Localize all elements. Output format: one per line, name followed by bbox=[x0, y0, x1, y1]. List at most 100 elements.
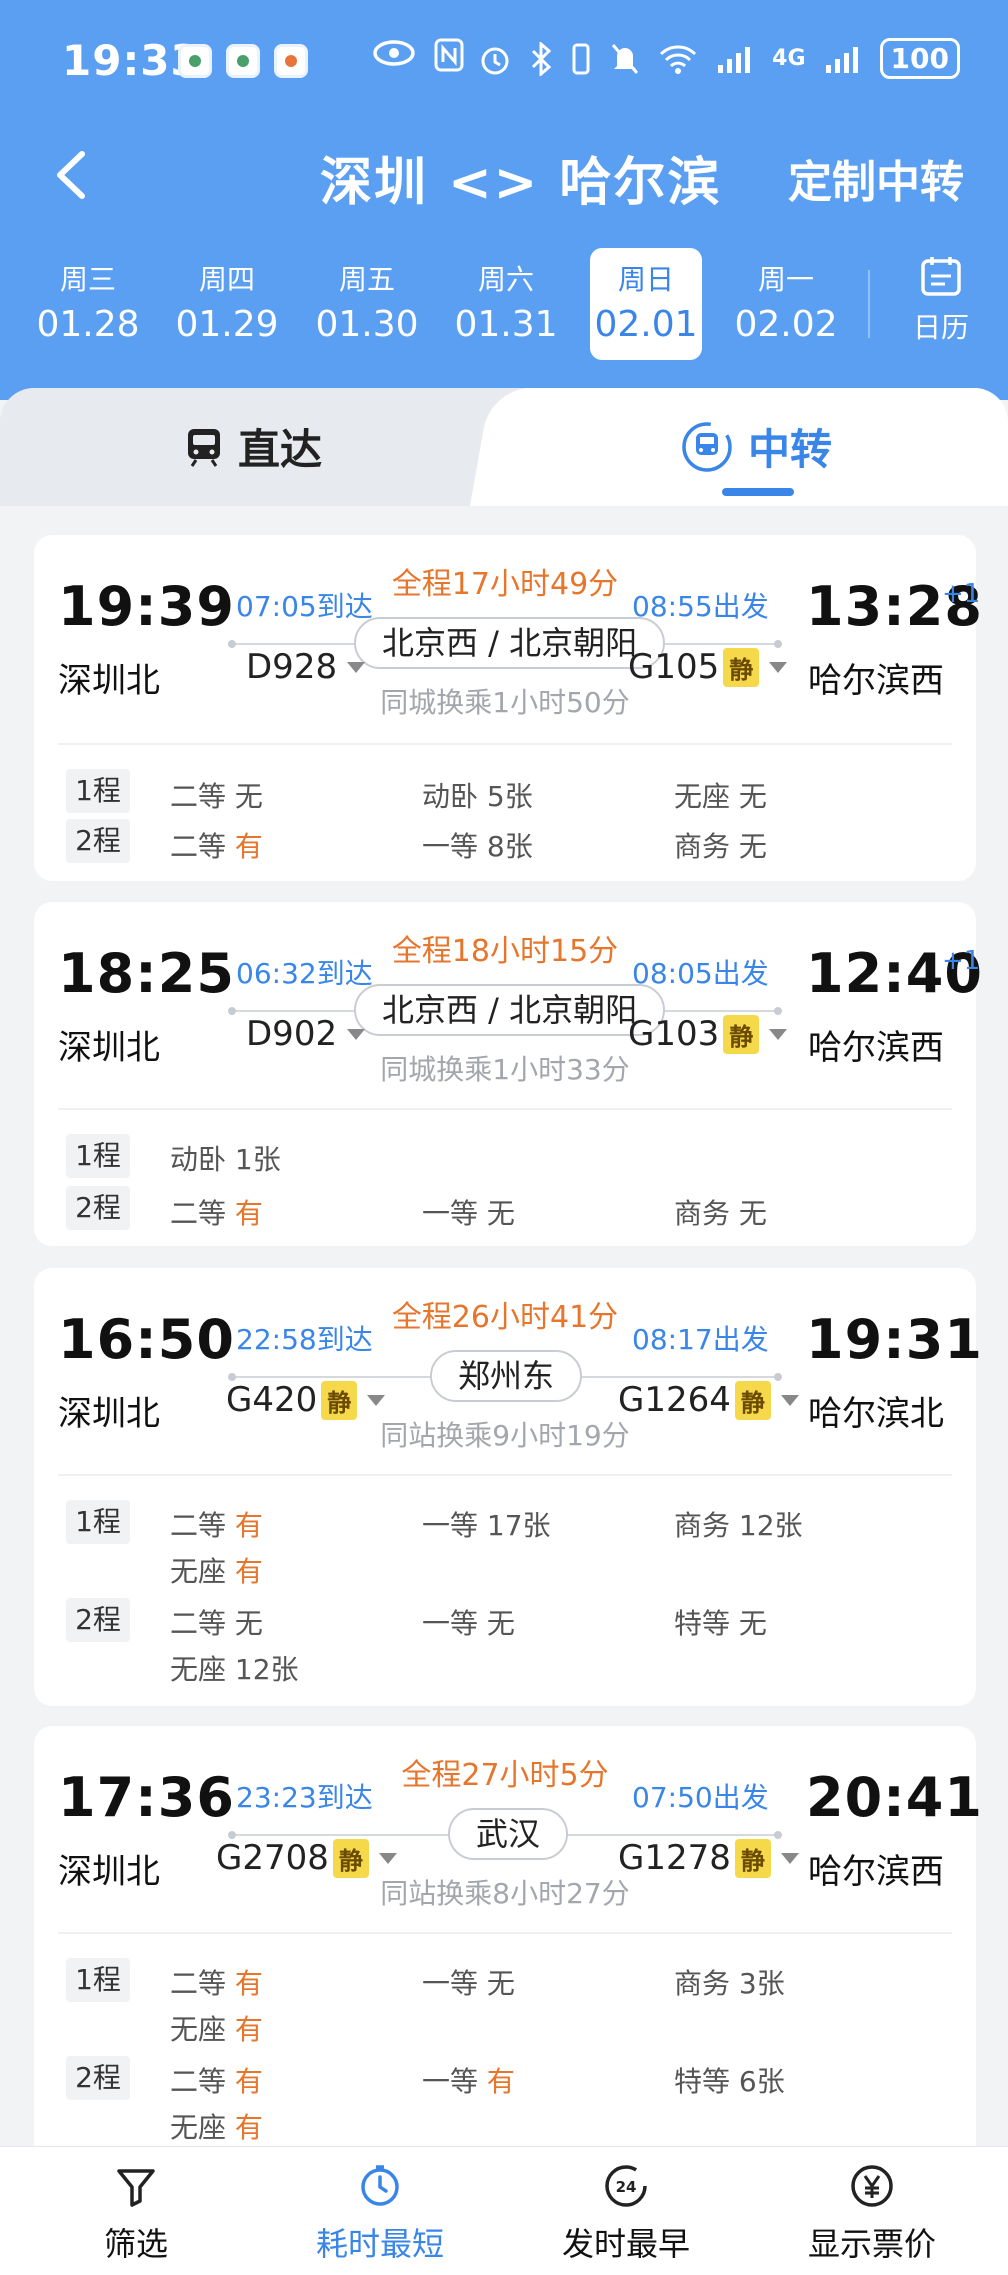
chevron-down-icon bbox=[347, 1028, 366, 1040]
vibrate-icon bbox=[572, 43, 590, 74]
tab-active-indicator bbox=[722, 488, 794, 496]
departure-time: 19:39 bbox=[58, 575, 235, 638]
24h-icon: 24 bbox=[605, 2165, 647, 2207]
seat-availability: 一等 无 bbox=[422, 1967, 515, 2000]
date-selector: 周三 01.28 周四 01.29 周五 01.30 周六 01.31 周日 0… bbox=[0, 248, 1008, 366]
divider bbox=[58, 1108, 952, 1110]
seat-availability: 无座 有 bbox=[170, 1555, 263, 1588]
seat-availability: 无座 有 bbox=[170, 2013, 263, 2046]
next-day-badge: +1 bbox=[942, 579, 981, 609]
sort-earliest-button[interactable]: 24 发时最早 bbox=[526, 2163, 726, 2265]
chevron-down-icon bbox=[367, 1394, 386, 1406]
network-type: 4G bbox=[772, 46, 806, 71]
chevron-down-icon bbox=[780, 1394, 799, 1406]
custom-transfer-button[interactable]: 定制中转 bbox=[788, 146, 964, 210]
signal-icon bbox=[718, 46, 751, 73]
signal-icon bbox=[825, 46, 858, 73]
eye-icon bbox=[373, 40, 415, 66]
filter-icon bbox=[117, 2169, 155, 2207]
seat-availability: 一等 8张 bbox=[422, 830, 533, 863]
seat-availability: 无座 有 bbox=[170, 2111, 263, 2144]
divider bbox=[58, 1932, 952, 1934]
seat-availability: 二等 有 bbox=[170, 1197, 263, 1230]
status-notification-icons bbox=[178, 44, 308, 78]
battery-icon: 100 bbox=[879, 38, 960, 79]
transfer-card[interactable]: 全程26小时41分 16:50 深圳北 22:58到达 08:17出发 郑州东 … bbox=[34, 1268, 982, 1706]
seat-availability: 二等 无 bbox=[170, 1607, 263, 1640]
clock-icon bbox=[361, 2165, 399, 2206]
transfer-station: 北京西 / 北京朝阳 bbox=[354, 617, 666, 669]
wifi-icon bbox=[660, 44, 697, 74]
show-price-label: 显示票价 bbox=[807, 2225, 936, 2263]
transfer-train-icon bbox=[682, 421, 732, 472]
seat-availability: 特等 无 bbox=[674, 1607, 767, 1640]
transfer-arrive-time: 07:05到达 bbox=[236, 590, 373, 623]
seat-availability: 一等 有 bbox=[422, 2065, 515, 2098]
date-item[interactable]: 周五 01.30 bbox=[311, 248, 423, 360]
departure-time: 18:25 bbox=[58, 942, 235, 1005]
date-item[interactable]: 周六 01.31 bbox=[450, 248, 562, 360]
sort-earliest-label: 发时最早 bbox=[561, 2225, 690, 2263]
back-icon[interactable] bbox=[44, 140, 104, 210]
calendar-icon bbox=[921, 257, 961, 296]
filter-button[interactable]: 筛选 bbox=[36, 2163, 236, 2265]
arrival-time: 20:41 bbox=[806, 1766, 983, 1829]
transfer-card[interactable]: 全程27小时5分 17:36 深圳北 23:23到达 07:50出发 武汉 G2… bbox=[34, 1726, 982, 2146]
date-item[interactable]: 周四 01.29 bbox=[171, 248, 283, 360]
next-day-badge: +1 bbox=[942, 946, 981, 976]
leg-tag: 1程 bbox=[66, 769, 130, 813]
calendar-button[interactable]: 日历 bbox=[906, 254, 976, 346]
transfer-station: 武汉 bbox=[448, 1808, 569, 1860]
transfer-depart-time: 08:17出发 bbox=[632, 1323, 769, 1356]
leg-tag: 2程 bbox=[66, 2056, 130, 2100]
seat-availability: 动卧 1张 bbox=[170, 1143, 281, 1176]
seat-availability: 商务 3张 bbox=[674, 1967, 785, 2000]
chevron-down-icon bbox=[347, 661, 366, 673]
app-notification-icon bbox=[274, 44, 308, 78]
show-price-button[interactable]: 显示票价 bbox=[772, 2163, 972, 2265]
app-notification-icon bbox=[226, 44, 260, 78]
leg-tag: 2程 bbox=[66, 1186, 130, 1230]
chevron-down-icon bbox=[780, 1852, 799, 1864]
tab-transfer-label: 中转 bbox=[748, 425, 833, 474]
tab-direct-label: 直达 bbox=[238, 425, 323, 474]
transfer-station: 郑州东 bbox=[430, 1350, 583, 1402]
transfer-note: 同城换乘1小时50分 bbox=[380, 686, 630, 719]
transfer-card[interactable]: 全程18小时15分 18:25 深圳北 06:32到达 08:05出发 北京西 … bbox=[34, 902, 982, 1246]
system-status-icons: 4G 100 bbox=[478, 38, 960, 79]
transfer-card[interactable]: 全程17小时49分 19:39 深圳北 07:05到达 08:55出发 北京西 … bbox=[34, 535, 982, 881]
date-item[interactable]: 周三 01.28 bbox=[32, 248, 144, 360]
transfer-note: 同城换乘1小时33分 bbox=[380, 1053, 630, 1086]
seat-availability: 特等 6张 bbox=[674, 2065, 785, 2098]
seat-availability: 二等 无 bbox=[170, 780, 263, 813]
header: 19:33 4G 100 深圳 <> 哈尔滨 定制中转 周三 01.28 周四 … bbox=[0, 0, 1008, 400]
page-title: 深圳 <> 哈尔滨 bbox=[320, 153, 722, 213]
sort-shortest-button[interactable]: 耗时最短 bbox=[280, 2163, 480, 2265]
tab-transfer[interactable]: 中转 bbox=[680, 416, 832, 477]
tab-direct[interactable]: 直达 bbox=[184, 416, 322, 477]
seat-availability: 动卧 5张 bbox=[422, 780, 533, 813]
transfer-depart-time: 07:50出发 bbox=[632, 1781, 769, 1814]
divider bbox=[58, 1474, 952, 1476]
alarm-icon bbox=[481, 47, 509, 74]
seat-availability: 无座 12张 bbox=[170, 1653, 299, 1686]
transfer-depart-time: 08:05出发 bbox=[632, 957, 769, 990]
transfer-arrive-time: 06:32到达 bbox=[236, 957, 373, 990]
seat-availability: 二等 有 bbox=[170, 2065, 263, 2098]
date-item[interactable]: 周一 02.02 bbox=[730, 248, 842, 360]
leg-tag: 1程 bbox=[66, 1500, 130, 1544]
seat-availability: 一等 无 bbox=[422, 1607, 515, 1640]
filter-label: 筛选 bbox=[103, 2225, 168, 2263]
seat-availability: 二等 有 bbox=[170, 1967, 263, 2000]
mute-icon bbox=[612, 43, 639, 74]
sort-shortest-label: 耗时最短 bbox=[315, 2225, 444, 2263]
train-icon bbox=[188, 428, 220, 467]
yen-icon bbox=[851, 2165, 893, 2207]
date-item-selected[interactable]: 周日 02.01 bbox=[590, 248, 702, 360]
bottom-action-bar: 筛选 耗时最短 24 发时最早 显示票价 bbox=[0, 2146, 1008, 2275]
seat-availability: 商务 无 bbox=[674, 830, 767, 863]
app-notification-icon bbox=[178, 44, 212, 78]
bluetooth-icon bbox=[532, 41, 552, 76]
nav-bar: 深圳 <> 哈尔滨 定制中转 bbox=[0, 130, 1008, 220]
departure-time: 17:36 bbox=[58, 1766, 235, 1829]
